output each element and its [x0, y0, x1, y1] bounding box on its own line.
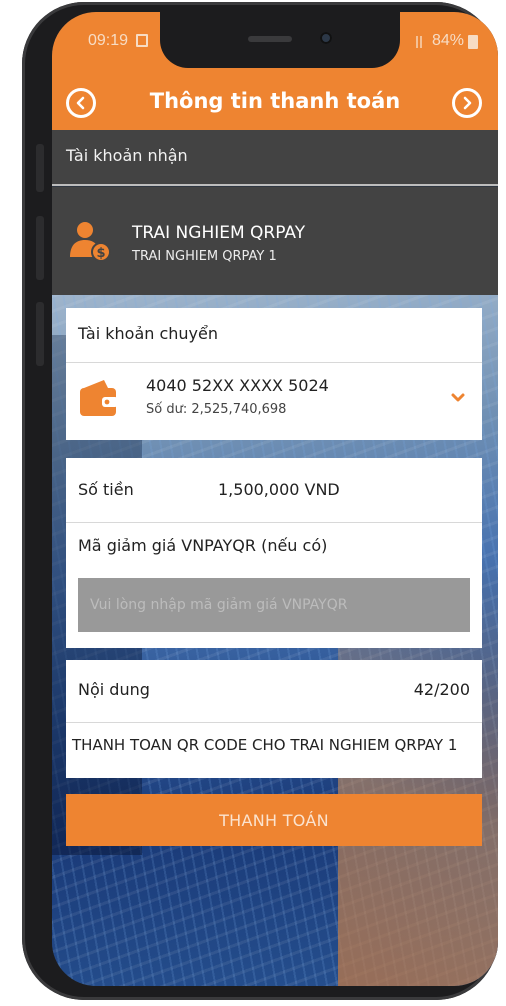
pay-button[interactable]: THANH TOÁN [66, 794, 482, 846]
source-account-number: 4040 52XX XXXX 5024 [146, 376, 329, 395]
phone-side-button [36, 144, 44, 192]
amount-value: 1,500,000 VND [218, 480, 340, 499]
front-camera [320, 32, 332, 44]
source-account-label: Tài khoản chuyển [78, 324, 218, 343]
receiver-sub-name: TRAI NGHIEM QRPAY 1 [132, 249, 277, 264]
content-label: Nội dung [78, 680, 150, 699]
amount-label: Số tiền [78, 480, 134, 499]
content-text-field[interactable]: THANH TOAN QR CODE CHO TRAI NGHIEM QRPAY… [66, 736, 482, 754]
content-char-counter: 42/200 [413, 680, 470, 699]
content-card: Nội dung 42/200 THANH TOAN QR CODE CHO T… [66, 660, 482, 778]
app-header: 09:19 84% Thông tin thanh toán [52, 12, 498, 130]
divider [66, 722, 482, 723]
receiver-info: $ TRAI NGHIEM QRPAY TRAI NGHIEM QRPAY 1 [52, 187, 498, 295]
user-money-icon: $ [70, 222, 111, 262]
speaker-grille [248, 36, 292, 42]
receiver-label: Tài khoản nhận [66, 146, 188, 165]
wallet-icon [80, 380, 118, 416]
battery-icon [468, 35, 478, 49]
chevron-right-icon [463, 96, 472, 110]
voucher-label: Mã giảm giá VNPAYQR (nếu có) [78, 536, 328, 555]
phone-side-button [36, 216, 44, 280]
source-account-balance: Số dư: 2,525,740,698 [146, 402, 287, 417]
next-button[interactable] [452, 88, 482, 118]
chevron-down-icon[interactable] [450, 390, 466, 406]
source-account-card: Tài khoản chuyển 4040 52XX XXXX 5024 Số … [66, 308, 482, 440]
app-screen: 09:19 84% Thông tin thanh toán Tài khoản… [52, 12, 498, 986]
back-button[interactable] [66, 88, 96, 118]
image-notification-icon [136, 34, 148, 47]
receiver-section-header: Tài khoản nhận [52, 130, 498, 186]
phone-side-button [36, 302, 44, 366]
amount-card: Số tiền 1,500,000 VND Mã giảm giá VNPAYQ… [66, 458, 482, 648]
signal-icon [416, 36, 422, 48]
voucher-input[interactable] [78, 578, 470, 632]
divider [66, 362, 482, 363]
status-time: 09:19 [88, 32, 129, 49]
battery-level: 84% [431, 32, 464, 49]
chevron-left-icon [76, 96, 85, 110]
divider [66, 522, 482, 523]
page-title: Thông tin thanh toán [149, 89, 401, 113]
phone-notch [160, 12, 400, 68]
content-text: THANH TOAN QR CODE CHO TRAI NGHIEM QRPAY… [72, 736, 458, 754]
receiver-name: TRAI NGHIEM QRPAY [132, 223, 306, 243]
svg-text:$: $ [96, 246, 105, 261]
